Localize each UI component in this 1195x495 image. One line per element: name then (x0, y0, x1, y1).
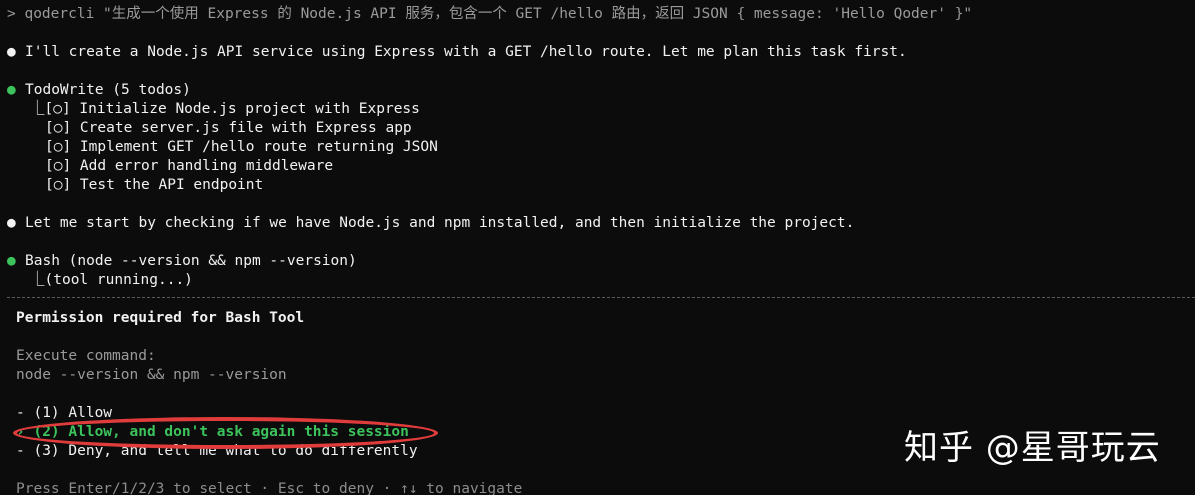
todo-item-label: [○] Initialize Node.js project with Expr… (44, 101, 420, 117)
prompt-command: qodercli "生成一个使用 Express 的 Node.js API 服… (24, 6, 973, 22)
key-hint-footer: Press Enter/1/2/3 to select · Esc to den… (16, 481, 523, 495)
todo-header-text: TodoWrite (5 todos) (25, 82, 191, 98)
todo-item: [○] Implement GET /hello route returning… (45, 139, 438, 155)
bash-header-text: Bash (node --version && npm --version) (25, 253, 357, 269)
execute-label: Execute command: (16, 348, 156, 364)
assistant-message-intro: ● I'll create a Node.js API service using… (7, 43, 907, 62)
bullet-icon: ● (7, 44, 16, 60)
bash-status-text: (tool running...) (44, 272, 193, 288)
prompt-line: > qodercli "生成一个使用 Express 的 Node.js API… (7, 5, 972, 24)
status-dot-icon: ● (7, 82, 16, 98)
todo-item: [○] Create server.js file with Express a… (45, 120, 412, 136)
permission-title: Permission required for Bash Tool (16, 310, 305, 326)
highlight-ellipse (13, 417, 438, 449)
divider (7, 297, 1195, 298)
intro-text: I'll create a Node.js API service using … (25, 44, 907, 60)
bash-tool-header: ● Bash (node --version && npm --version) (7, 252, 357, 271)
tree-branch-icon: ⎿ (30, 101, 45, 117)
todo-write-header: ● TodoWrite (5 todos) (7, 81, 191, 100)
bullet-icon: ● (7, 215, 16, 231)
prompt-marker: > (7, 6, 16, 22)
todo-item: [○] Test the API endpoint (45, 177, 264, 193)
assistant-message-check: ● Let me start by checking if we have Nod… (7, 214, 854, 233)
check-text: Let me start by checking if we have Node… (25, 215, 855, 231)
status-dot-icon: ● (7, 253, 16, 269)
todo-item: ⎿[○] Initialize Node.js project with Exp… (30, 100, 420, 119)
watermark: 知乎 @星哥玩云 (904, 428, 1161, 468)
bash-status: ⎿(tool running...) (30, 271, 193, 290)
command-text: node --version && npm --version (16, 367, 287, 383)
terminal-window: > qodercli "生成一个使用 Express 的 Node.js API… (0, 0, 1195, 495)
tree-branch-icon: ⎿ (30, 272, 45, 288)
todo-item: [○] Add error handling middleware (45, 158, 334, 174)
